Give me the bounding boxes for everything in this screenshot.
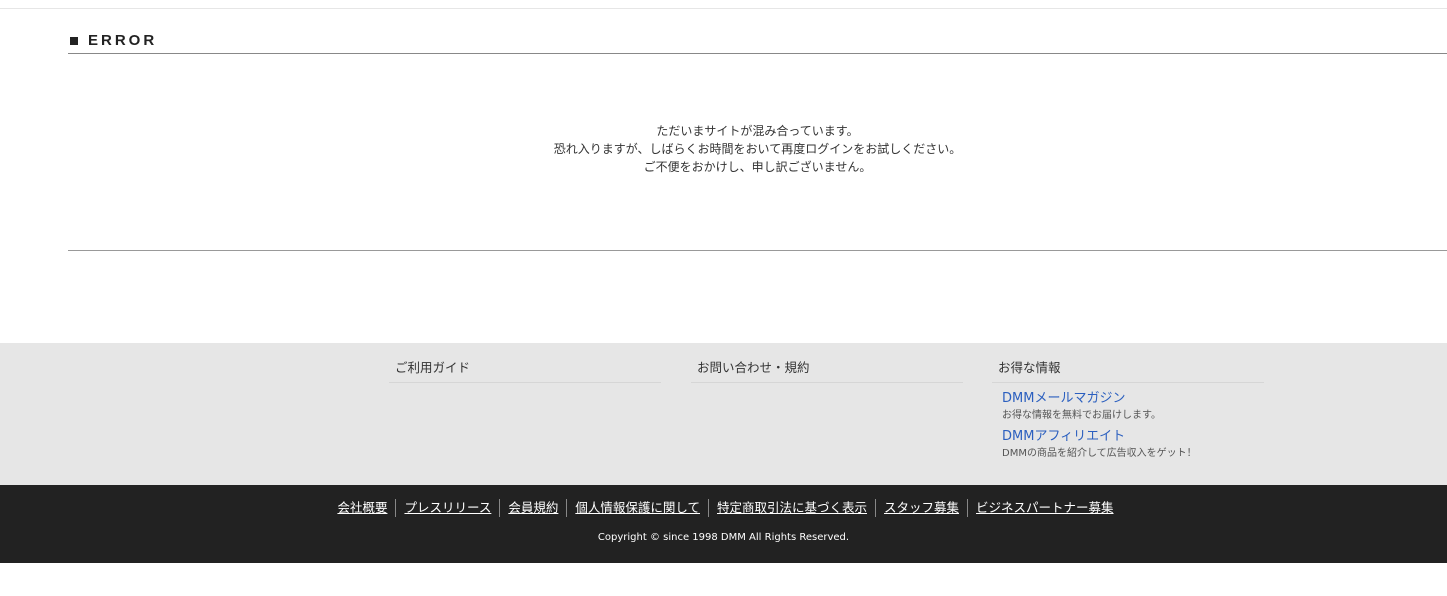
footer-nav: 会社概要 プレスリリース 会員規約 個人情報保護に関して 特定商取引法に基づく表… [0, 499, 1447, 517]
error-body: ただいまサイトが混み合っています。 恐れ入りますが、しばらくお時間をおいて再度ロ… [68, 54, 1447, 251]
footer-link-partner[interactable]: ビジネスパートナー募集 [967, 499, 1122, 517]
error-message-line: ただいまサイトが混み合っています。 [656, 124, 859, 138]
footer-link-commerce-law[interactable]: 特定商取引法に基づく表示 [708, 499, 875, 517]
mail-magazine-link[interactable]: DMMメールマガジン [1002, 390, 1264, 408]
guide-column-usage: ご利用ガイド [389, 357, 661, 383]
guide-column-title: ご利用ガイド [389, 357, 661, 383]
footer-link-recruit[interactable]: スタッフ募集 [875, 499, 967, 517]
footer-link-terms[interactable]: 会員規約 [499, 499, 566, 517]
affiliate-link[interactable]: DMMアフィリエイト [1002, 428, 1264, 446]
footer-link-company[interactable]: 会社概要 [329, 499, 395, 517]
copyright: Copyright © since 1998 DMM All Rights Re… [597, 532, 850, 543]
footer-link-press[interactable]: プレスリリース [395, 499, 499, 517]
error-heading: ERROR [68, 30, 1447, 54]
top-divider [0, 8, 1447, 9]
error-section: ERROR ただいまサイトが混み合っています。 恐れ入りますが、しばらくお時間を… [68, 30, 1447, 251]
error-message-line: ご不便をおかけし、申し訳ございません。 [643, 160, 872, 174]
deals-links: DMMメールマガジン お得な情報を無料でお届けします。 DMMアフィリエイト D… [992, 383, 1264, 461]
error-heading-text: ERROR [88, 32, 158, 49]
square-bullet-icon [70, 36, 78, 45]
footer-link-privacy[interactable]: 個人情報保護に関して [566, 499, 708, 517]
affiliate-desc: DMMの商品を紹介して広告収入をゲット！ [1002, 448, 1197, 459]
error-message-line: 恐れ入りますが、しばらくお時間をおいて再度ログインをお試しください。 [553, 142, 962, 156]
footer-guide: ご利用ガイド お問い合わせ・規約 お得な情報 DMMメールマガジン お得な情報を… [0, 343, 1447, 485]
footer-bar: 会社概要 プレスリリース 会員規約 個人情報保護に関して 特定商取引法に基づく表… [0, 485, 1447, 563]
error-message: ただいまサイトが混み合っています。 恐れ入りますが、しばらくお時間をおいて再度ロ… [68, 122, 1447, 176]
guide-column-contact: お問い合わせ・規約 [691, 357, 963, 383]
guide-column-title: お問い合わせ・規約 [691, 357, 963, 383]
guide-column-deals: お得な情報 DMMメールマガジン お得な情報を無料でお届けします。 DMMアフィ… [992, 357, 1264, 466]
guide-column-title: お得な情報 [992, 357, 1264, 383]
mail-magazine-desc: お得な情報を無料でお届けします。 [1002, 410, 1161, 421]
